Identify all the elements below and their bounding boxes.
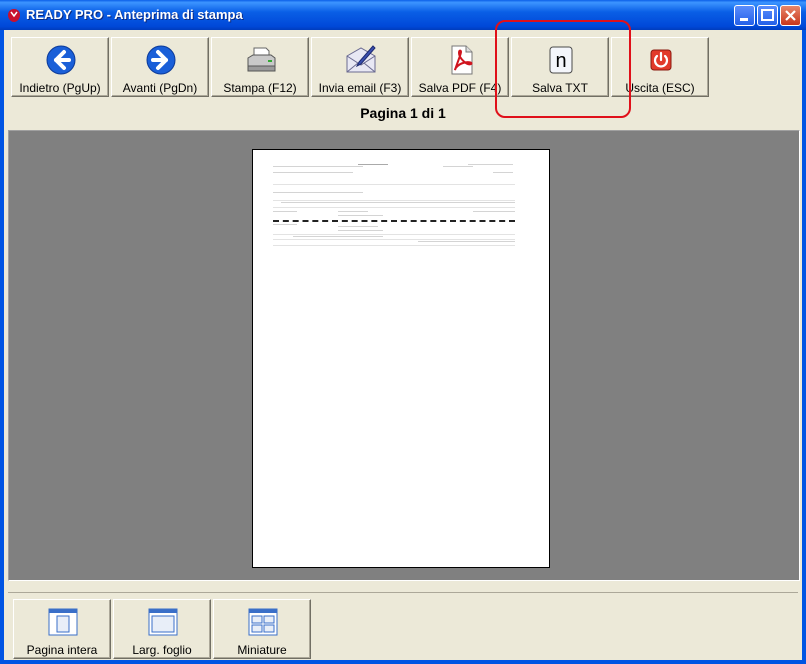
app-window: READY PRO - Anteprima di stampa Indietro… <box>0 0 806 664</box>
power-icon <box>650 49 672 71</box>
window-title: READY PRO - Anteprima di stampa <box>26 7 243 22</box>
close-button[interactable] <box>780 5 801 26</box>
printer-icon <box>247 47 276 72</box>
page-sheet[interactable] <box>252 149 550 568</box>
arrow-left-icon <box>46 45 76 75</box>
forward-button[interactable]: Avanti (PgDn) <box>111 37 209 97</box>
forward-button-label: Avanti (PgDn) <box>122 81 198 95</box>
email-button[interactable]: Invia email (F3) <box>311 37 409 97</box>
full-page-icon <box>48 608 78 636</box>
minimize-button[interactable] <box>734 5 755 26</box>
full-page-button-label: Pagina intera <box>26 643 98 657</box>
full-page-button[interactable]: Pagina intera <box>13 599 111 659</box>
print-button-label: Stampa (F12) <box>223 81 297 95</box>
close-icon <box>785 10 796 21</box>
app-logo-icon <box>8 9 20 22</box>
pdf-document-icon <box>451 45 473 75</box>
maximize-icon <box>761 9 774 21</box>
minimize-icon <box>740 18 748 21</box>
preview-area[interactable] <box>8 130 800 581</box>
page-indicator: Pagina 1 di 1 <box>360 105 446 121</box>
page-width-button[interactable]: Larg. foglio <box>113 599 211 659</box>
envelope-pen-icon <box>346 45 376 73</box>
maximize-button[interactable] <box>757 5 778 26</box>
title-bar[interactable]: READY PRO - Anteprima di stampa <box>0 0 806 30</box>
save-pdf-button-label: Salva PDF (F4) <box>418 81 502 95</box>
thumbnails-button[interactable]: Miniature <box>213 599 311 659</box>
thumbnails-icon <box>248 608 278 636</box>
print-button[interactable]: Stampa (F12) <box>211 37 309 97</box>
toolbar: Indietro (PgUp) Avanti (PgDn) Stampa (F1… <box>8 20 798 118</box>
back-button-label: Indietro (PgUp) <box>19 81 101 95</box>
thumbnails-button-label: Miniature <box>237 643 287 657</box>
arrow-right-icon <box>146 45 176 75</box>
page-width-button-label: Larg. foglio <box>132 643 192 657</box>
page-width-icon <box>148 608 178 636</box>
dashed-separator <box>273 220 515 222</box>
client-area: Indietro (PgUp) Avanti (PgDn) Stampa (F1… <box>4 20 802 660</box>
highlight-box <box>495 20 631 118</box>
back-button[interactable]: Indietro (PgUp) <box>11 37 109 97</box>
email-button-label: Invia email (F3) <box>318 81 402 95</box>
view-toolbar: Pagina intera Larg. foglio Miniature <box>8 592 798 659</box>
